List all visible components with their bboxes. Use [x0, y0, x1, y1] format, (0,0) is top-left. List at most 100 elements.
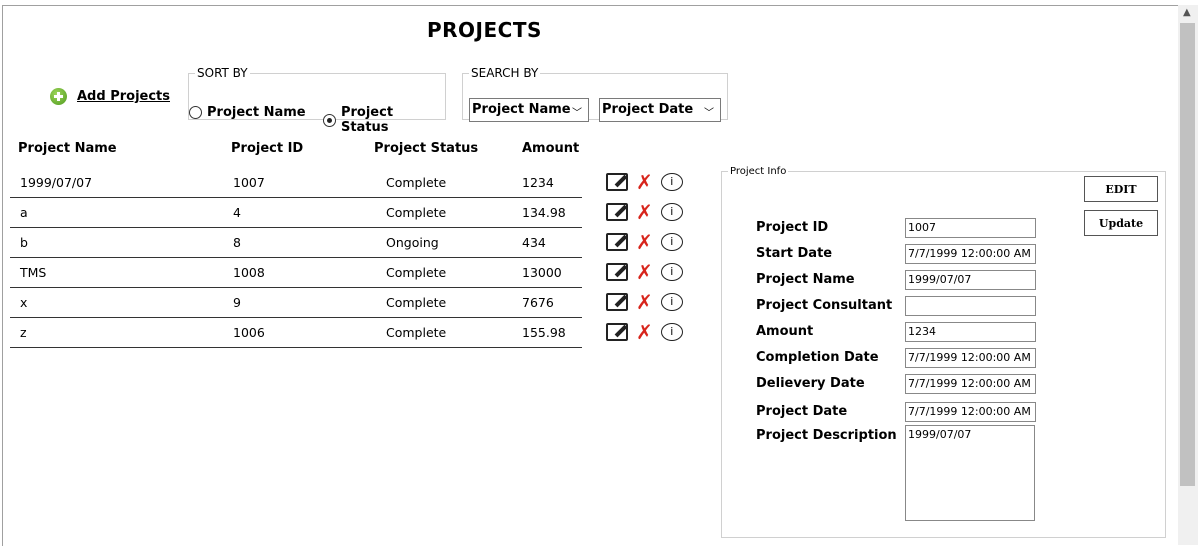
cell-amount: 155.98	[522, 325, 566, 340]
column-header-amount: Amount	[522, 141, 580, 156]
edit-icon[interactable]	[606, 173, 628, 191]
cell-amount: 434	[522, 235, 546, 250]
cell-project-id: 9	[233, 295, 241, 310]
edit-button[interactable]: EDIT	[1084, 176, 1158, 202]
cell-project-id: 1008	[233, 265, 265, 280]
project-consultant-field[interactable]	[905, 296, 1036, 316]
project-description-textarea[interactable]: 1999/07/07	[905, 425, 1035, 521]
delievery-date-label: Delievery Date	[756, 376, 865, 391]
project-date-field[interactable]: 7/7/1999 12:00:00 AM	[905, 402, 1036, 422]
scrollbar-thumb[interactable]	[1180, 23, 1195, 486]
info-icon[interactable]: i	[660, 173, 683, 191]
edit-icon[interactable]	[606, 233, 628, 251]
cell-amount: 134.98	[522, 205, 566, 220]
sort-by-group: SORT BY Project Name Project Status	[188, 66, 446, 135]
edit-icon[interactable]	[606, 203, 628, 221]
row-actions: ✗ i	[606, 292, 683, 312]
cell-project-status: Complete	[386, 295, 447, 310]
edit-icon[interactable]	[606, 293, 628, 311]
scroll-up-icon[interactable]: ▲	[1183, 7, 1191, 18]
delete-icon[interactable]: ✗	[636, 262, 653, 282]
chevron-down-icon[interactable]: ﹀	[704, 104, 714, 119]
vertical-scrollbar[interactable]: ▲	[1178, 5, 1198, 545]
cell-project-status: Complete	[386, 205, 447, 220]
cell-amount: 7676	[522, 295, 554, 310]
project-id-label: Project ID	[756, 220, 829, 235]
table-row[interactable]: a 4 Complete 134.98	[10, 198, 582, 228]
row-actions: ✗ i	[606, 172, 683, 192]
delete-icon[interactable]: ✗	[636, 202, 653, 222]
cell-project-name: a	[20, 205, 28, 220]
delievery-date-field[interactable]: 7/7/1999 12:00:00 AM	[905, 374, 1036, 394]
cell-project-name: x	[20, 295, 28, 310]
search-by-legend: SEARCH BY	[471, 66, 539, 80]
search-date-value: Project Date	[602, 102, 694, 117]
column-header-project-name: Project Name	[18, 141, 117, 156]
cell-project-status: Complete	[386, 325, 447, 340]
table-row[interactable]: b 8 Ongoing 434	[10, 228, 582, 258]
project-date-label: Project Date	[756, 404, 848, 419]
search-by-group: SEARCH BY Project Name ﹀ Project Date ﹀	[462, 66, 728, 122]
page-title: PROJECTS	[427, 18, 542, 42]
sort-project-status-label[interactable]: Project Status	[341, 105, 445, 135]
project-info-legend: Project Info	[730, 166, 787, 177]
cell-project-id: 4	[233, 205, 241, 220]
amount-field[interactable]: 1234	[905, 322, 1036, 342]
add-projects-label[interactable]: Add Projects	[77, 89, 170, 104]
chevron-down-icon[interactable]: ﹀	[572, 104, 582, 119]
project-name-label: Project Name	[756, 272, 855, 287]
column-header-project-status: Project Status	[374, 141, 479, 156]
cell-project-name: b	[20, 235, 28, 250]
table-row[interactable]: TMS 1008 Complete 13000	[10, 258, 582, 288]
delete-icon[interactable]: ✗	[636, 172, 653, 192]
sort-project-name-radio[interactable]: Project Name	[189, 105, 306, 120]
add-projects-link[interactable]: Add Projects	[50, 88, 170, 105]
cell-project-name: z	[20, 325, 27, 340]
delete-icon[interactable]: ✗	[636, 292, 653, 312]
project-description-label: Project Description	[756, 428, 897, 443]
add-plus-icon[interactable]	[50, 88, 67, 105]
project-name-field[interactable]: 1999/07/07	[905, 270, 1036, 290]
edit-icon[interactable]	[606, 323, 628, 341]
info-icon[interactable]: i	[660, 263, 683, 281]
table-row[interactable]: x 9 Complete 7676	[10, 288, 582, 318]
update-button[interactable]: Update	[1084, 210, 1158, 236]
sort-project-name-label[interactable]: Project Name	[207, 105, 306, 120]
row-actions: ✗ i	[606, 262, 683, 282]
info-icon[interactable]: i	[660, 323, 683, 341]
cell-project-id: 1007	[233, 175, 265, 190]
project-id-field[interactable]: 1007	[905, 218, 1036, 238]
sort-project-status-radio[interactable]: Project Status	[323, 105, 445, 135]
search-field-value: Project Name	[472, 102, 571, 117]
radio-selected-icon[interactable]	[323, 113, 336, 127]
delete-icon[interactable]: ✗	[636, 322, 653, 342]
completion-date-field[interactable]: 7/7/1999 12:00:00 AM	[905, 348, 1036, 368]
start-date-label: Start Date	[756, 246, 833, 261]
amount-label: Amount	[756, 324, 814, 339]
cell-project-status: Complete	[386, 265, 447, 280]
cell-project-status: Complete	[386, 175, 447, 190]
search-date-select[interactable]: Project Date ﹀	[599, 98, 721, 122]
completion-date-label: Completion Date	[756, 350, 879, 365]
sort-by-legend: SORT BY	[197, 66, 248, 80]
search-field-select[interactable]: Project Name ﹀	[469, 98, 589, 122]
info-icon[interactable]: i	[660, 293, 683, 311]
cell-project-name: 1999/07/07	[20, 175, 93, 190]
row-actions: ✗ i	[606, 202, 683, 222]
row-actions: ✗ i	[606, 232, 683, 252]
start-date-field[interactable]: 7/7/1999 12:00:00 AM	[905, 244, 1036, 264]
cell-project-status: Ongoing	[386, 235, 439, 250]
info-icon[interactable]: i	[660, 203, 683, 221]
edit-icon[interactable]	[606, 263, 628, 281]
project-consultant-label: Project Consultant	[756, 298, 893, 313]
delete-icon[interactable]: ✗	[636, 232, 653, 252]
info-icon[interactable]: i	[660, 233, 683, 251]
column-header-project-id: Project ID	[231, 141, 304, 156]
cell-project-id: 8	[233, 235, 241, 250]
radio-unselected-icon[interactable]	[189, 106, 202, 119]
table-row[interactable]: 1999/07/07 1007 Complete 1234	[10, 168, 582, 198]
cell-project-id: 1006	[233, 325, 265, 340]
table-row[interactable]: z 1006 Complete 155.98	[10, 318, 582, 348]
row-actions: ✗ i	[606, 322, 683, 342]
cell-amount: 13000	[522, 265, 562, 280]
